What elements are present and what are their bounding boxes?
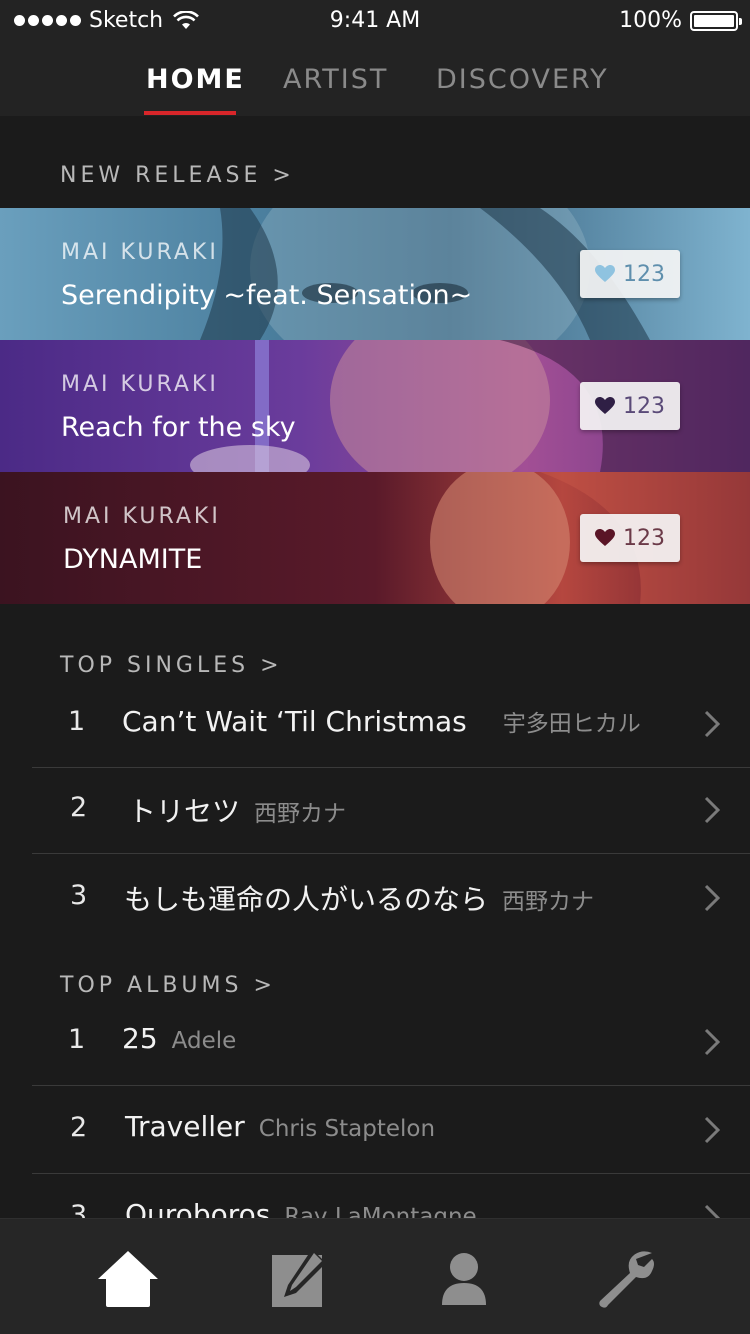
album-rank: 2 bbox=[70, 1112, 88, 1143]
chevron-right-icon bbox=[704, 796, 720, 824]
album-title: 25 bbox=[122, 1022, 158, 1055]
release-artist: MAI KURAKI bbox=[61, 372, 219, 397]
album-title: Traveller bbox=[125, 1110, 245, 1143]
chevron-right-icon bbox=[704, 710, 720, 738]
release-card[interactable]: MAI KURAKI DYNAMITE 123 bbox=[0, 472, 750, 604]
new-release-header[interactable]: NEW RELEASE > bbox=[60, 163, 295, 188]
bottom-tab-bar bbox=[0, 1218, 750, 1334]
album-rank: 1 bbox=[68, 1024, 86, 1055]
single-rank: 2 bbox=[70, 792, 88, 823]
album-artist: Adele bbox=[171, 1028, 237, 1054]
album-row[interactable]: 1 25 Adele bbox=[32, 998, 750, 1086]
release-card[interactable]: MAI KURAKI Reach for the sky 123 bbox=[0, 340, 750, 472]
album-artist: Chris Staptelon bbox=[258, 1116, 436, 1142]
single-row[interactable]: 3 もしも運命の人がいるのなら 西野カナ bbox=[32, 854, 750, 942]
top-singles-header[interactable]: TOP SINGLES > bbox=[60, 653, 283, 678]
status-bar: Sketch 9:41 AM 100% bbox=[0, 0, 750, 44]
single-rank: 3 bbox=[70, 880, 88, 911]
release-card[interactable]: MAI KURAKI Serendipity ~feat. Sensation~… bbox=[0, 208, 750, 340]
single-row[interactable]: 2 トリセツ 西野カナ bbox=[32, 766, 750, 854]
top-tab-bar: HOME ARTIST DISCOVERY bbox=[0, 44, 750, 116]
single-artist: 宇多田ヒカル bbox=[502, 711, 641, 737]
single-rank: 1 bbox=[68, 706, 86, 737]
release-title: DYNAMITE bbox=[63, 544, 203, 575]
release-title: Reach for the sky bbox=[61, 412, 296, 443]
heart-icon bbox=[595, 265, 615, 282]
status-right: 100% bbox=[619, 8, 742, 33]
single-title: Can’t Wait ‘Til Christmas bbox=[122, 705, 467, 738]
tab-home[interactable]: HOME bbox=[146, 64, 245, 95]
single-artist: 西野カナ bbox=[502, 889, 595, 915]
top-albums-header[interactable]: TOP ALBUMS > bbox=[60, 973, 276, 998]
heart-icon bbox=[595, 529, 615, 546]
single-artist: 西野カナ bbox=[254, 801, 347, 827]
home-icon[interactable] bbox=[96, 1247, 160, 1311]
release-title: Serendipity ~feat. Sensation~ bbox=[61, 280, 473, 311]
album-row[interactable]: 2 Traveller Chris Staptelon bbox=[32, 1086, 750, 1174]
release-artist: MAI KURAKI bbox=[63, 504, 221, 529]
profile-icon[interactable] bbox=[432, 1247, 496, 1311]
single-row[interactable]: 1 Can’t Wait ‘Til Christmas 宇多田ヒカル bbox=[32, 680, 750, 768]
settings-wrench-icon[interactable] bbox=[594, 1247, 658, 1311]
single-title: もしも運命の人がいるのなら bbox=[124, 883, 489, 916]
chevron-right-icon bbox=[704, 884, 720, 912]
chevron-right-icon bbox=[704, 1116, 720, 1144]
like-count: 123 bbox=[623, 525, 665, 551]
like-button[interactable]: 123 bbox=[580, 382, 680, 430]
chevron-right-icon bbox=[704, 1028, 720, 1056]
release-artist: MAI KURAKI bbox=[61, 240, 219, 265]
active-tab-indicator bbox=[144, 111, 236, 115]
like-count: 123 bbox=[623, 261, 665, 287]
like-button[interactable]: 123 bbox=[580, 514, 680, 562]
tab-discovery[interactable]: DISCOVERY bbox=[436, 64, 609, 95]
heart-icon bbox=[595, 397, 615, 414]
edit-icon[interactable] bbox=[268, 1247, 332, 1311]
single-title: トリセツ bbox=[128, 795, 241, 828]
like-button[interactable]: 123 bbox=[580, 250, 680, 298]
like-count: 123 bbox=[623, 393, 665, 419]
battery-icon bbox=[690, 10, 742, 31]
battery-percent: 100% bbox=[619, 8, 682, 33]
tab-artist[interactable]: ARTIST bbox=[283, 64, 388, 95]
